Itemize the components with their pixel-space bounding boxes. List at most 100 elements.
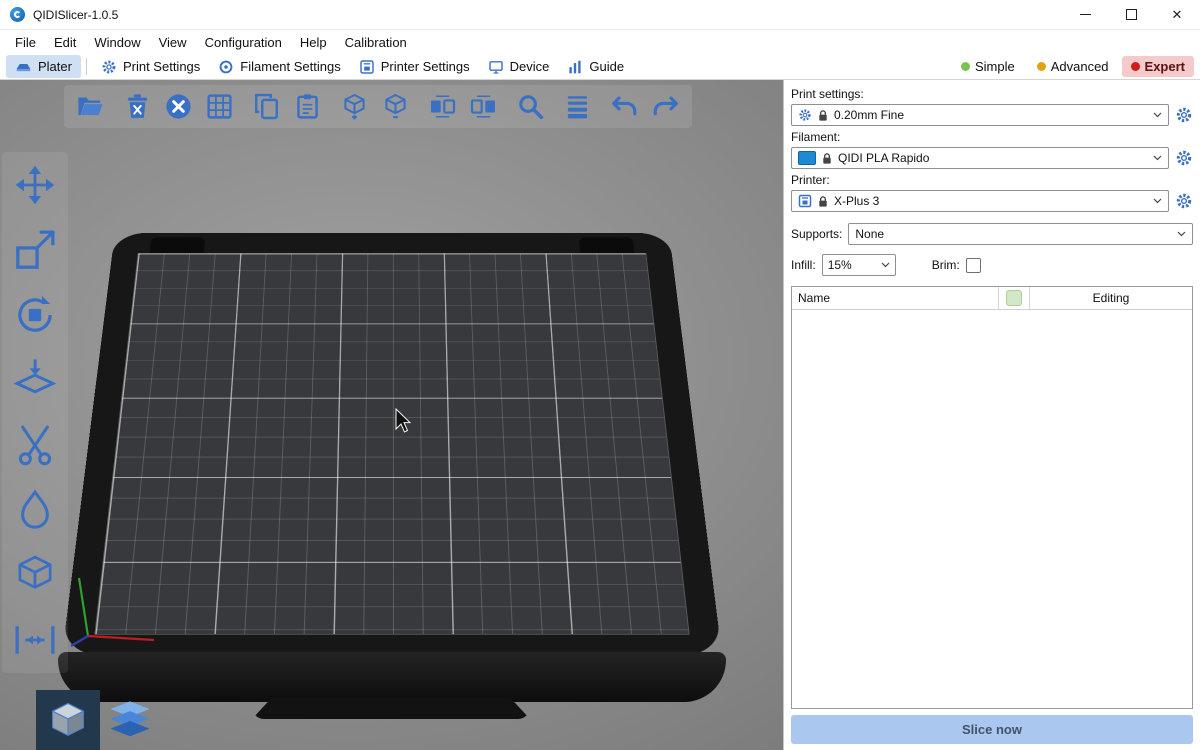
tab-device[interactable]: Device (479, 56, 559, 78)
undo-button[interactable] (608, 90, 641, 123)
arrange-button[interactable] (203, 90, 236, 123)
delete-all-icon (164, 92, 193, 121)
filament-label: Filament: (791, 130, 1193, 144)
mode-simple[interactable]: Simple (952, 56, 1024, 77)
printer-combo[interactable]: X-Plus 3 (791, 190, 1169, 212)
split-to-parts-button[interactable] (467, 90, 500, 123)
add-instance-button[interactable] (338, 90, 371, 123)
add-instance-icon (340, 92, 369, 121)
gizmos-toolbar (2, 152, 68, 673)
undo-icon (610, 92, 639, 121)
mode-advanced-label: Advanced (1051, 59, 1109, 74)
device-icon (488, 59, 504, 75)
tab-separator (86, 58, 87, 75)
z-axis-icon (71, 636, 88, 646)
lock-icon (821, 152, 833, 165)
tab-print-settings[interactable]: Print Settings (92, 56, 209, 78)
supports-combo[interactable]: None (848, 223, 1193, 245)
qidislicer-window: QIDISlicer-1.0.5 ✕ File Edit Window View… (0, 0, 1200, 750)
redo-button[interactable] (649, 90, 682, 123)
menu-configuration[interactable]: Configuration (196, 32, 291, 53)
minimize-icon (1080, 14, 1091, 16)
tab-plater[interactable]: Plater (6, 55, 81, 78)
app-logo-icon (10, 7, 25, 22)
3d-editor-view-button[interactable] (36, 690, 100, 750)
variable-layer-height-button[interactable] (561, 90, 594, 123)
printer-settings-icon (359, 59, 375, 75)
delete-button[interactable] (121, 90, 154, 123)
paste-button[interactable] (291, 90, 324, 123)
preview-view-button[interactable] (100, 692, 160, 750)
mode-expert-label: Expert (1145, 59, 1185, 74)
scale-tool-button[interactable] (12, 227, 58, 273)
copy-button[interactable] (250, 90, 283, 123)
tab-guide[interactable]: Guide (558, 56, 633, 78)
mode-switcher: Simple Advanced Expert (952, 56, 1194, 77)
remove-instance-icon (381, 92, 410, 121)
trash-icon (123, 92, 152, 121)
window-controls: ✕ (1062, 0, 1200, 29)
cut-tool-button[interactable] (12, 422, 58, 468)
chevron-down-icon (1153, 198, 1162, 204)
menu-file[interactable]: File (6, 32, 45, 53)
tab-filament-settings[interactable]: Filament Settings (209, 56, 349, 78)
tab-print-settings-label: Print Settings (123, 59, 200, 74)
search-button[interactable] (514, 90, 547, 123)
mouse-cursor (393, 408, 413, 434)
split-to-objects-button[interactable] (426, 90, 459, 123)
paint-supports-tool-button[interactable] (12, 487, 58, 533)
rotate-tool-button[interactable] (12, 292, 58, 338)
chevron-down-icon (1153, 155, 1162, 161)
title-bar: QIDISlicer-1.0.5 ✕ (0, 0, 1200, 30)
printer-gear-button[interactable] (1175, 192, 1193, 210)
minimize-button[interactable] (1062, 0, 1108, 29)
filament-gear-button[interactable] (1175, 149, 1193, 167)
lock-icon (817, 195, 829, 208)
menu-calibration[interactable]: Calibration (336, 32, 416, 53)
place-on-face-tool-button[interactable] (12, 357, 58, 403)
supports-value: None (855, 227, 884, 241)
mode-simple-label: Simple (975, 59, 1015, 74)
tab-plater-label: Plater (38, 59, 72, 74)
tab-bar: Plater Print Settings Filament Settings … (0, 54, 1200, 80)
plater-icon (15, 58, 32, 75)
slice-now-button[interactable]: Slice now (791, 715, 1193, 744)
move-tool-button[interactable] (12, 162, 58, 208)
menu-window[interactable]: Window (85, 32, 149, 53)
measure-tool-button[interactable] (12, 617, 58, 663)
3d-viewport[interactable] (0, 80, 783, 750)
mode-expert[interactable]: Expert (1122, 56, 1194, 77)
mode-advanced[interactable]: Advanced (1028, 56, 1118, 77)
remove-instance-button[interactable] (379, 90, 412, 123)
print-settings-combo[interactable]: 0.20mm Fine (791, 104, 1169, 126)
place-on-face-tool-icon (13, 358, 57, 402)
maximize-button[interactable] (1108, 0, 1154, 29)
redo-icon (651, 92, 680, 121)
infill-combo[interactable]: 15% (822, 254, 896, 276)
filament-combo[interactable]: QIDI PLA Rapido (791, 147, 1169, 169)
column-editing: Editing (1030, 287, 1192, 309)
close-button[interactable]: ✕ (1154, 0, 1200, 29)
extruder-color-icon (1006, 290, 1022, 306)
object-list-body[interactable] (792, 310, 1192, 708)
bed-handle-tab (252, 698, 530, 719)
seam-tool-button[interactable] (12, 552, 58, 598)
open-folder-icon (76, 92, 105, 121)
x-axis-icon (88, 636, 154, 640)
open-button[interactable] (74, 90, 107, 123)
brim-checkbox[interactable] (966, 258, 981, 273)
measure-tool-icon (13, 618, 57, 662)
tab-printer-settings[interactable]: Printer Settings (350, 56, 479, 78)
guide-icon (567, 59, 583, 75)
menu-help[interactable]: Help (291, 32, 336, 53)
supports-label: Supports: (791, 227, 842, 241)
print-settings-gear-button[interactable] (1175, 106, 1193, 124)
arrange-icon (205, 92, 234, 121)
tab-filament-settings-label: Filament Settings (240, 59, 340, 74)
menu-view[interactable]: View (150, 32, 196, 53)
seam-tool-icon (13, 553, 57, 597)
infill-label: Infill: (791, 258, 816, 272)
axes-gizmo (58, 568, 168, 658)
delete-all-button[interactable] (162, 90, 195, 123)
menu-edit[interactable]: Edit (45, 32, 85, 53)
